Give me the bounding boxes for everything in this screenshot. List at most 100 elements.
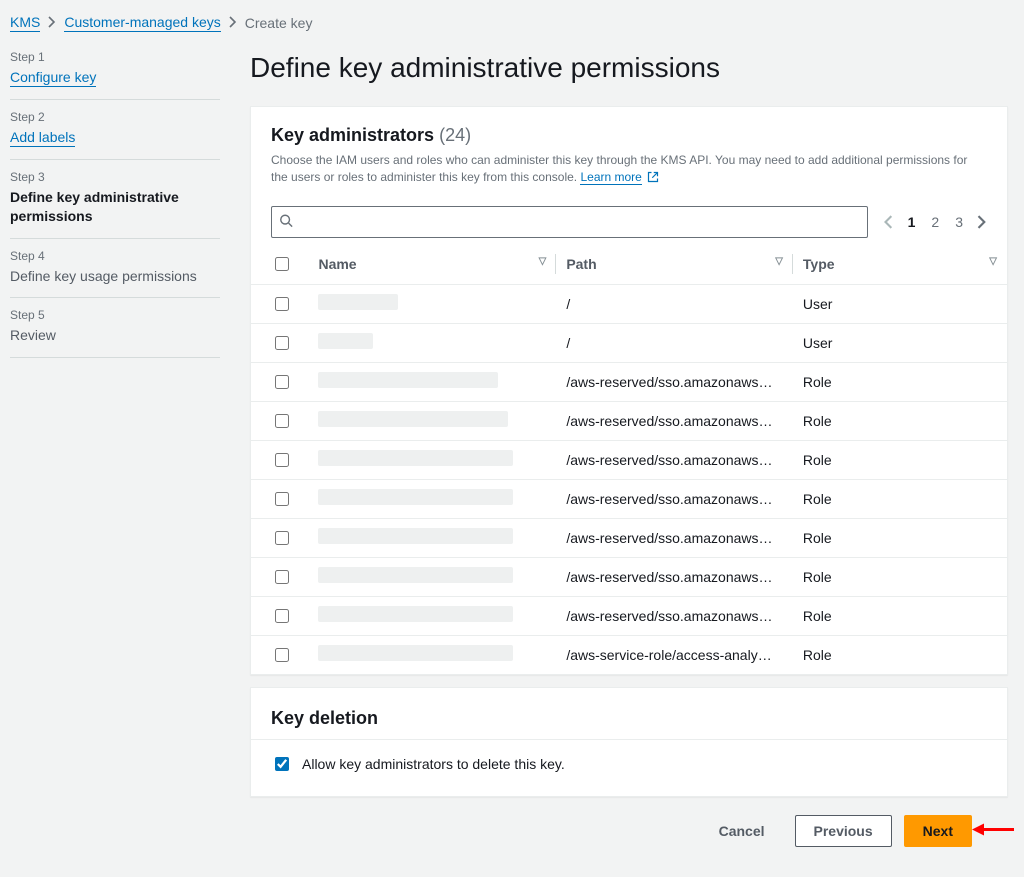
- page-1[interactable]: 1: [906, 212, 918, 232]
- row-checkbox[interactable]: [275, 648, 289, 662]
- redacted-name: [318, 645, 513, 661]
- col-label: Type: [803, 256, 835, 272]
- row-checkbox[interactable]: [275, 375, 289, 389]
- step-title: Define key usage permissions: [10, 267, 220, 286]
- table-row: /aws-service-role/access-analy…Role: [251, 635, 1007, 674]
- col-path[interactable]: Path ▽: [556, 244, 793, 285]
- page-3[interactable]: 3: [953, 212, 965, 232]
- step-1: Step 1 Configure key: [10, 50, 220, 100]
- row-checkbox[interactable]: [275, 336, 289, 350]
- redacted-name: [318, 411, 508, 427]
- search-input-wrapper: [271, 206, 868, 238]
- redacted-name: [318, 450, 513, 466]
- select-all-checkbox[interactable]: [275, 257, 289, 271]
- row-type: User: [793, 323, 1007, 362]
- row-path: /aws-reserved/sso.amazonaws…: [556, 479, 793, 518]
- panel-title: Key deletion: [251, 688, 1007, 739]
- main-content: Define key administrative permissions Ke…: [250, 48, 1008, 847]
- row-type: Role: [793, 557, 1007, 596]
- row-type: Role: [793, 362, 1007, 401]
- step-title: Review: [10, 326, 220, 345]
- wizard-footer: Cancel Previous Next: [250, 815, 1008, 847]
- step-4: Step 4 Define key usage permissions: [10, 239, 220, 299]
- key-administrators-panel: Key administrators (24) Choose the IAM u…: [250, 106, 1008, 675]
- table-row: /aws-reserved/sso.amazonaws…Role: [251, 557, 1007, 596]
- redacted-name: [318, 528, 513, 544]
- page-2[interactable]: 2: [929, 212, 941, 232]
- step-title: Configure key: [10, 68, 220, 87]
- row-path: /aws-reserved/sso.amazonaws…: [556, 362, 793, 401]
- table-row: /aws-reserved/sso.amazonaws…Role: [251, 596, 1007, 635]
- row-checkbox[interactable]: [275, 609, 289, 623]
- step-label: Step 1: [10, 50, 220, 64]
- learn-more-link[interactable]: Learn more: [580, 170, 641, 185]
- redacted-name: [318, 606, 513, 622]
- row-path: /aws-reserved/sso.amazonaws…: [556, 440, 793, 479]
- redacted-name: [318, 567, 513, 583]
- row-path: /aws-reserved/sso.amazonaws…: [556, 557, 793, 596]
- previous-button[interactable]: Previous: [795, 815, 892, 847]
- row-path: /aws-reserved/sso.amazonaws…: [556, 401, 793, 440]
- chevron-right-icon: [229, 15, 237, 31]
- step-2: Step 2 Add labels: [10, 100, 220, 160]
- step-title: Define key administrative permissions: [10, 188, 220, 226]
- breadcrumb-cmk[interactable]: Customer-managed keys: [64, 14, 220, 32]
- redacted-name: [318, 294, 398, 310]
- row-type: Role: [793, 518, 1007, 557]
- row-checkbox[interactable]: [275, 297, 289, 311]
- redacted-name: [318, 372, 498, 388]
- row-type: Role: [793, 440, 1007, 479]
- row-checkbox[interactable]: [275, 414, 289, 428]
- step-label: Step 5: [10, 308, 220, 322]
- panel-description: Choose the IAM users and roles who can a…: [271, 152, 987, 188]
- breadcrumb-kms[interactable]: KMS: [10, 14, 40, 32]
- row-checkbox[interactable]: [275, 492, 289, 506]
- row-checkbox[interactable]: [275, 570, 289, 584]
- step-3: Step 3 Define key administrative permiss…: [10, 160, 220, 239]
- step-label: Step 3: [10, 170, 220, 184]
- row-type: Role: [793, 596, 1007, 635]
- row-type: Role: [793, 401, 1007, 440]
- page-prev[interactable]: [884, 215, 894, 229]
- key-deletion-panel: Key deletion Allow key administrators to…: [250, 687, 1008, 797]
- redacted-name: [318, 489, 513, 505]
- table-row: /aws-reserved/sso.amazonaws…Role: [251, 362, 1007, 401]
- row-checkbox[interactable]: [275, 453, 289, 467]
- cancel-button[interactable]: Cancel: [701, 815, 783, 847]
- panel-count: (24): [439, 125, 471, 145]
- next-button[interactable]: Next: [904, 815, 972, 847]
- allow-delete-checkbox[interactable]: [275, 757, 289, 771]
- row-type: User: [793, 284, 1007, 323]
- row-path: /: [556, 323, 793, 362]
- chevron-right-icon: [48, 15, 56, 31]
- admins-table: Name ▽ Path ▽ Type▽ /User/User/aws-reserve…: [251, 244, 1007, 674]
- pagination: 1 2 3: [884, 212, 987, 232]
- row-path: /: [556, 284, 793, 323]
- table-row: /aws-reserved/sso.amazonaws…Role: [251, 518, 1007, 557]
- page-next[interactable]: [977, 215, 987, 229]
- step-link-configure[interactable]: Configure key: [10, 69, 96, 87]
- panel-title-text: Key administrators: [271, 125, 434, 145]
- step-label: Step 2: [10, 110, 220, 124]
- table-row: /aws-reserved/sso.amazonaws…Role: [251, 440, 1007, 479]
- table-row: /User: [251, 284, 1007, 323]
- col-name[interactable]: Name ▽: [308, 244, 556, 285]
- row-path: /aws-reserved/sso.amazonaws…: [556, 596, 793, 635]
- step-label: Step 4: [10, 249, 220, 263]
- sort-icon: ▽: [539, 256, 547, 267]
- col-label: Name: [318, 256, 356, 272]
- panel-title: Key administrators (24): [271, 125, 987, 146]
- col-label: Path: [566, 256, 596, 272]
- row-path: /aws-service-role/access-analy…: [556, 635, 793, 674]
- row-path: /aws-reserved/sso.amazonaws…: [556, 518, 793, 557]
- row-type: Role: [793, 479, 1007, 518]
- allow-delete-label: Allow key administrators to delete this …: [302, 756, 565, 772]
- table-row: /aws-reserved/sso.amazonaws…Role: [251, 401, 1007, 440]
- col-type[interactable]: Type▽: [793, 244, 1007, 285]
- allow-delete-row[interactable]: Allow key administrators to delete this …: [251, 739, 1007, 796]
- row-checkbox[interactable]: [275, 531, 289, 545]
- step-link-labels[interactable]: Add labels: [10, 129, 75, 147]
- sort-icon: ▽: [775, 256, 783, 267]
- redacted-name: [318, 333, 373, 349]
- search-input[interactable]: [271, 206, 868, 238]
